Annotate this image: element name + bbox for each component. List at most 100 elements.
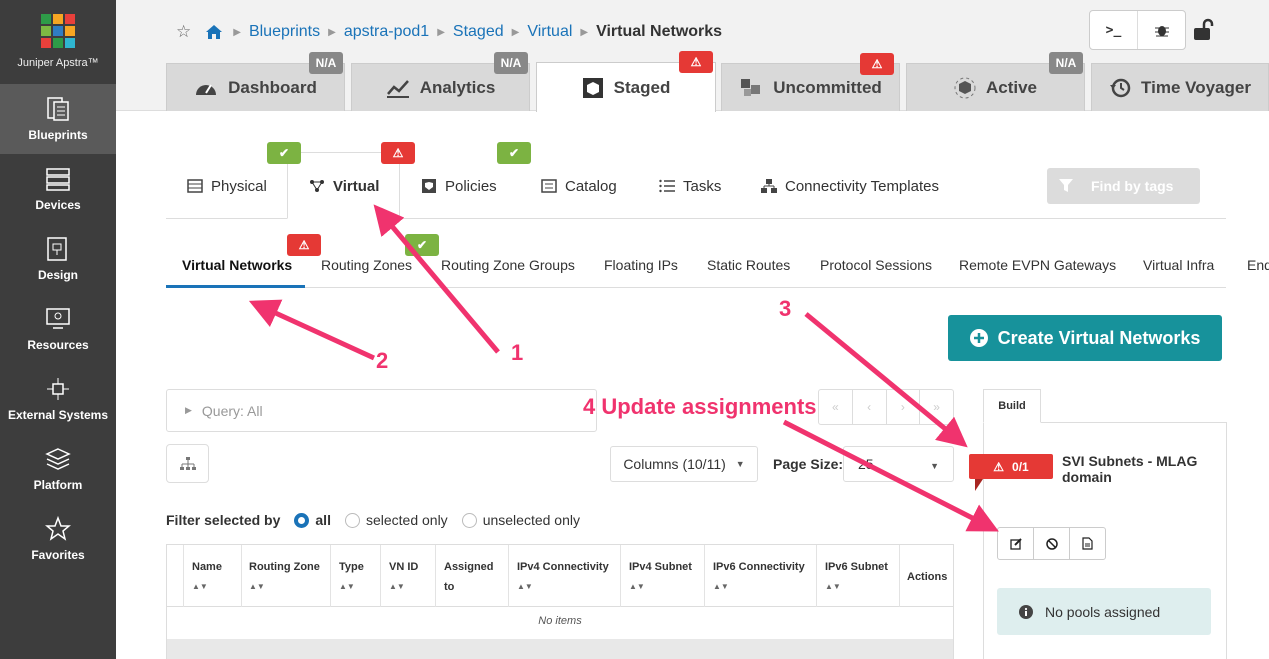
tab-remote-evpn-gateways[interactable]: Remote EVPN Gateways [959,257,1116,273]
column-vn-id[interactable]: VN ID ▲▼ [389,557,418,597]
subtab-tasks[interactable]: Tasks [659,172,721,200]
table-header: Name ▲▼ Routing Zone ▲▼ Type ▲▼ VN ID ▲▼ Ass… [167,545,953,607]
column-label: Name [192,561,222,573]
nav-favorites[interactable]: Favorites [0,504,116,574]
tasks-icon [659,179,675,193]
tab-floating-ips[interactable]: Floating IPs [604,257,678,273]
shield-icon [422,179,436,193]
annotation-2: 2 [376,348,389,373]
cli-button[interactable]: >_ [1090,11,1138,49]
virtual-networks-table: Name ▲▼ Routing Zone ▲▼ Type ▲▼ VN ID ▲▼ Ass… [166,544,954,659]
page-size-select[interactable]: 25 ▼ [843,446,954,482]
apstra-logo[interactable]: Juniper Apstra™ [0,0,116,84]
warning-badge: ⚠ [381,142,415,164]
tab-protocol-sessions[interactable]: Protocol Sessions [820,257,932,273]
column-routing-zone[interactable]: Routing Zone ▲▼ [249,557,320,597]
table-scrollbar[interactable] [167,639,953,659]
subtab-connectivity-templates[interactable]: Connectivity Templates [761,172,939,200]
next-page-button[interactable]: › [887,390,921,424]
logo-icon [41,14,75,48]
details-button[interactable] [1070,528,1105,559]
na-badge: N/A [309,52,343,74]
subtab-policies[interactable]: Policies [421,172,497,200]
column-separator [435,545,436,607]
column-label: IPv6 Subnet [825,561,888,573]
first-page-button[interactable]: « [819,390,853,424]
create-virtual-networks-button[interactable]: Create Virtual Networks [948,315,1222,361]
radio-all[interactable] [294,512,310,528]
tab-end[interactable]: End [1247,257,1269,273]
page-size-value: 25 [858,456,874,472]
column-ipv6-connectivity[interactable]: IPv6 Connectivity ▲▼ [713,557,805,597]
nav-blueprints[interactable]: Blueprints [0,84,116,154]
tab-time-voyager[interactable]: Time Voyager [1091,63,1269,111]
nav-design[interactable]: Design [0,224,116,294]
nav-resources[interactable]: Resources [0,294,116,364]
uncommitted-icon [741,78,761,96]
column-ipv6-subnet[interactable]: IPv6 Subnet ▲▼ [825,557,888,597]
terminal-icon: >_ [1105,22,1122,38]
sort-icon: ▲▼ [339,582,355,591]
nav-devices[interactable]: Devices [0,154,116,224]
left-navigation: Juniper Apstra™ Blueprints Devices Desig… [0,0,116,659]
breadcrumb-blueprint[interactable]: apstra-pod1 [344,23,429,41]
tab-build[interactable]: Build [983,389,1041,423]
prev-page-button[interactable]: ‹ [853,390,887,424]
update-assignments-button[interactable] [998,528,1034,559]
tab-static-routes[interactable]: Static Routes [707,257,790,273]
nav-label: Blueprints [28,128,88,142]
last-page-button[interactable]: » [920,390,953,424]
nav-label: External Systems [7,408,109,422]
column-label: Assigned [444,561,494,573]
home-icon[interactable] [205,24,223,40]
subtab-label: Policies [445,177,497,195]
debug-button[interactable] [1138,11,1185,49]
tab-routing-zones[interactable]: Routing Zones [321,257,412,273]
subtab-physical[interactable]: Physical [187,172,267,200]
annotation-1: 1 [511,340,524,365]
tab-label: Uncommitted [773,77,882,97]
nav-label: Platform [33,478,83,492]
query-bar[interactable]: ▶ Query: All [166,389,597,432]
clear-button[interactable] [1034,528,1070,559]
nav-platform[interactable]: Platform [0,434,116,504]
na-badge: N/A [494,52,528,74]
breadcrumb-virtual[interactable]: Virtual [527,23,572,41]
warning-icon: ⚠ [392,146,404,160]
sort-icon: ▲▼ [389,582,405,591]
filter-icon [1059,179,1073,192]
resources-icon [46,308,70,329]
column-ipv4-subnet[interactable]: IPv4 Subnet ▲▼ [629,557,692,597]
caret-down-icon: ▼ [930,461,939,471]
sort-icon: ▲▼ [517,582,533,591]
radio-unselected-only[interactable] [461,512,477,528]
nav-external-systems[interactable]: External Systems [0,364,116,434]
radio-selected-only[interactable] [344,512,360,528]
virtual-icon [310,180,324,192]
column-label: Actions [907,571,948,583]
tab-routing-zone-groups[interactable]: Routing Zone Groups [441,257,575,273]
query-label: Query: All [201,402,263,419]
column-name[interactable]: Name ▲▼ [192,557,222,597]
nav-label: Design [37,268,78,282]
column-ipv4-connectivity[interactable]: IPv4 Connectivity ▲▼ [517,557,609,597]
column-assigned-to[interactable]: Assigned to [444,557,494,597]
annotation-3: 3 [779,296,792,321]
warning-icon: ⚠ [871,57,883,71]
find-by-tags-button[interactable]: Find by tags [1047,168,1200,204]
breadcrumb-blueprints[interactable]: Blueprints [249,23,320,41]
columns-dropdown[interactable]: Columns (10/11) ▼ [610,446,758,482]
tab-virtual-networks[interactable]: Virtual Networks [182,257,292,273]
active-tab-underline [166,285,305,288]
create-button-label: Create Virtual Networks [997,327,1201,348]
unlock-icon[interactable] [1192,18,1216,42]
subtab-catalog[interactable]: Catalog [541,172,617,200]
favorite-star-icon[interactable]: ☆ [176,22,191,42]
tree-view-button[interactable] [166,444,209,483]
subtab-virtual[interactable]: Virtual [309,172,379,200]
tab-virtual-infra[interactable]: Virtual Infra [1143,257,1214,273]
find-by-tags-label: Find by tags [1091,178,1174,194]
column-type[interactable]: Type ▲▼ [339,557,364,597]
breadcrumb-staged[interactable]: Staged [453,23,504,41]
column-separator [508,545,509,607]
